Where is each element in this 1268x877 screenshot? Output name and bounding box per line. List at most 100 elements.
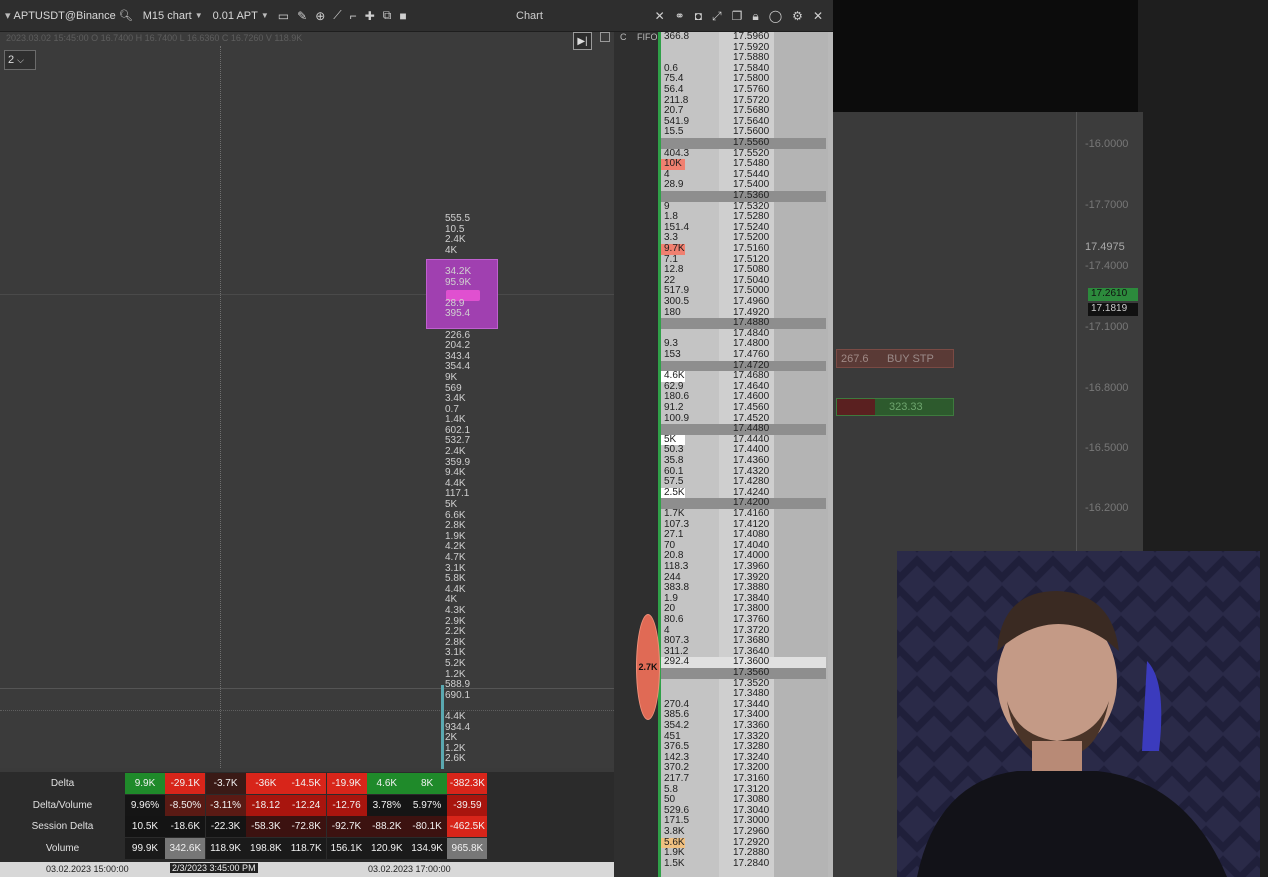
dom-row[interactable]: 366.8 17.5960 — [661, 31, 826, 43]
dom-row[interactable]: 354.2 17.3360 — [661, 720, 826, 732]
dom-volume: 56.4 — [664, 84, 684, 95]
stats-cell: 99.9K — [125, 837, 165, 859]
dom-row[interactable]: 1.5K 17.2840 — [661, 858, 826, 870]
display-icon[interactable]: ▭ — [274, 9, 293, 23]
axis-label: -17.7000 — [1085, 199, 1129, 211]
stats-cell: 134.9K — [407, 837, 448, 859]
dom-ladder-panel[interactable]: C FIFO 366.8 17.5960 17.5920 17.5880 0.6 17.5… — [614, 31, 833, 877]
dom-row[interactable]: 35.8 17.4360 — [661, 455, 826, 467]
close-icon[interactable]: ✕ — [809, 9, 827, 23]
cluster-cell: 9K — [445, 371, 458, 383]
dom-row[interactable]: 80.6 17.3760 — [661, 614, 826, 626]
dom-row[interactable]: 1.7K 17.4160 — [661, 508, 826, 520]
cluster-cell: 2.6K — [445, 753, 466, 765]
dom-volume: 153 — [664, 349, 681, 360]
dom-row[interactable]: 300.5 17.4960 — [661, 296, 826, 308]
cluster-cell: 4.3K — [445, 604, 466, 616]
chart-window: ▾ APTUSDT@Binance 🔍︎ M15 chart ▼ 0.01 AP… — [0, 0, 833, 877]
dom-volume: 366.8 — [664, 31, 690, 42]
cluster-cell — [445, 320, 505, 331]
buy-stop-order-marker[interactable]: 267.6 BUY STP — [836, 349, 954, 368]
price-chart-area[interactable]: 2023.03.02 15:45:00 O 16.7400 H 16.7400 … — [0, 32, 614, 769]
dom-volume: 91.2 — [664, 402, 684, 413]
chart-toolbar: ▾ APTUSDT@Binance 🔍︎ M15 chart ▼ 0.01 AP… — [0, 0, 833, 32]
stats-row-label: Session Delta — [31, 821, 94, 832]
quantity-selector[interactable]: 0.01 APT ▼ — [208, 0, 274, 32]
dom-price: 17.4960 — [733, 296, 770, 307]
cluster-volume-bar — [441, 685, 444, 769]
dom-volume: 118.3 — [664, 561, 689, 572]
dom-volume: 180 — [664, 306, 681, 318]
dom-price: 17.3360 — [733, 720, 770, 731]
cluster-cell: 4.7K — [445, 552, 466, 563]
dom-volume: 1.7K — [664, 508, 685, 519]
chart-window-title: Chart — [516, 10, 543, 22]
settings-icon[interactable]: ⚙ — [788, 9, 807, 23]
stats-cell: -29.1K — [165, 773, 206, 794]
panel-icon[interactable]: ■ — [395, 9, 410, 23]
window-icon[interactable]: ⧉ — [379, 8, 396, 23]
chevron-down-icon: ▾ — [5, 10, 11, 22]
dom-row[interactable]: 91.2 17.4560 — [661, 402, 826, 414]
scale-selector[interactable]: 2 ⌵ — [4, 50, 36, 70]
lock-icon[interactable]: 🔒︎ — [748, 9, 762, 24]
indicators-icon[interactable]: ⟋ — [329, 8, 345, 23]
stats-row: Volume 99.9K 342.6K 118.9K 198.8K 118.7K 156.1… — [0, 837, 614, 859]
position-value: 323.33 — [889, 401, 923, 413]
expand-icon[interactable]: ⤢ — [708, 9, 726, 24]
position-marker[interactable]: 323.33 — [836, 398, 954, 416]
panel-toggle[interactable] — [600, 32, 610, 42]
dom-row[interactable]: 3.8K 17.2960 — [661, 826, 826, 838]
chevron-down-icon: ⌵ — [17, 54, 24, 65]
dom-volume: 15.5 — [664, 126, 684, 138]
stats-row: Delta 9.9K -29.1K -3.7K -36K -14.5K -19.9K 4.6K… — [0, 773, 614, 794]
color-icon[interactable]: ◯ — [765, 9, 786, 23]
pencil-icon[interactable]: ✎ — [293, 9, 311, 23]
dom-price: 17.3960 — [733, 561, 770, 572]
duplicate-icon[interactable]: ❐ — [728, 9, 747, 23]
axis-label: -16.5000 — [1085, 442, 1129, 454]
stats-cell: 3.78% — [366, 794, 407, 816]
link-icon[interactable]: ⚭ — [671, 9, 689, 23]
stats-cell: 8K — [407, 773, 448, 794]
dom-left-column — [614, 32, 659, 877]
time-label: 03.02.2023 17:00:00 — [368, 864, 451, 874]
stats-row-label: Volume — [45, 842, 80, 854]
stats-cell: -19.9K — [326, 773, 367, 794]
dom-volume: 2.5K — [664, 486, 685, 498]
dom-row[interactable]: 9.7K 17.5160 — [661, 243, 826, 255]
stats-cell: -36K — [245, 773, 286, 794]
search-icon[interactable]: 🔍︎ — [119, 9, 133, 22]
dom-row[interactable]: 17.5360 — [661, 190, 826, 202]
camera-icon[interactable]: ◘ — [691, 9, 706, 23]
templates-icon[interactable]: ⌐ — [346, 9, 361, 23]
cluster-cell: 395.4 — [445, 308, 471, 320]
dom-row[interactable]: 153 17.4760 — [661, 349, 826, 361]
dom-row[interactable]: 217.7 17.3160 — [661, 773, 826, 785]
scale-value: 2 — [8, 54, 15, 66]
stats-cell: -92.7K — [326, 816, 367, 837]
dom-row[interactable]: 17.5560 — [661, 137, 826, 149]
stats-cell: -3.7K — [205, 773, 246, 794]
order1-label: BUY STP — [887, 352, 934, 365]
jump-to-latest-button[interactable]: ▶| — [573, 32, 592, 50]
stats-cell: -88.2K — [366, 816, 407, 837]
crosshair-icon[interactable]: ✚ — [361, 9, 379, 23]
dom-row[interactable]: 118.3 17.3960 — [661, 561, 826, 573]
stats-row: Delta/Volume 9.96% -8.50% -3.11% -18.12 -12.2… — [0, 794, 614, 816]
zoom-icon[interactable]: ⊕ — [311, 9, 329, 23]
stats-cell: -462.5K — [447, 816, 488, 837]
interval-selector[interactable]: M15 chart ▼ — [138, 0, 208, 32]
cursor-mode-icon[interactable]: ✕ — [651, 9, 669, 23]
time-cursor-label: 2/3/2023 3:45:00 PM — [170, 863, 258, 873]
cluster-cell: 555.5 — [445, 213, 471, 224]
stats-cell: -12.24 — [286, 794, 327, 816]
axis-label: -16.0000 — [1085, 138, 1129, 150]
stats-cell: 118.7K — [286, 837, 327, 859]
instrument-selector[interactable]: ▾ APTUSDT@Binance 🔍︎ — [0, 0, 138, 32]
stats-cell: -58.3K — [245, 816, 286, 837]
dom-row[interactable]: 56.4 17.5760 — [661, 84, 826, 96]
stats-row-label: Delta — [50, 778, 75, 789]
stats-cell: -18.12 — [245, 794, 286, 816]
dom-row[interactable]: 17.3560 — [661, 667, 826, 679]
